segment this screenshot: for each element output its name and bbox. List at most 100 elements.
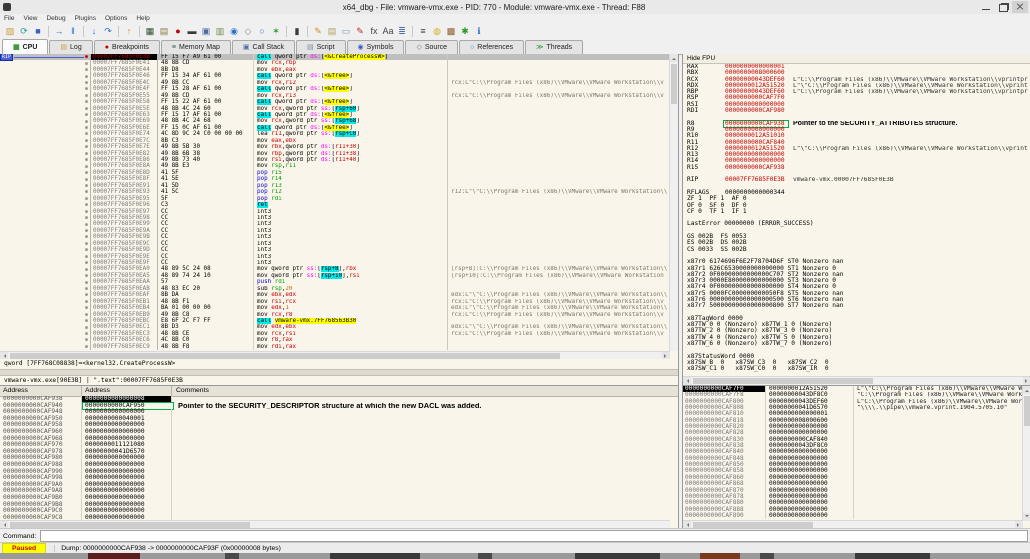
scroll-left-arrow[interactable] (683, 377, 691, 385)
breakpoint-dot[interactable]: ● (85, 254, 88, 260)
breakpoint-dot[interactable]: ● (85, 273, 88, 279)
tab-threads[interactable]: ≫ Threads (525, 40, 584, 54)
eraser-icon[interactable]: ▭ (339, 25, 353, 38)
tab-references[interactable]: ○ References (459, 40, 525, 54)
breakpoint-dot[interactable]: ● (85, 209, 88, 215)
open-file-icon[interactable]: ▨ (3, 25, 17, 38)
breakpoint-dot[interactable]: ● (85, 344, 88, 350)
scroll-thumb[interactable] (671, 64, 677, 104)
scroll-up-arrow[interactable] (670, 54, 678, 62)
breakpoint-dot[interactable]: ● (85, 325, 88, 331)
pencil-icon[interactable]: ✎ (311, 25, 325, 38)
step-into-icon[interactable]: ↓ (87, 25, 101, 38)
font-icon[interactable]: Aa (381, 25, 395, 38)
brush-icon[interactable]: ✎ (353, 25, 367, 38)
notes-icon[interactable]: ▤ (325, 25, 339, 38)
breakpoint-dot[interactable]: ● (85, 67, 88, 73)
pause-icon[interactable]: ‖ (66, 25, 80, 38)
log-window-icon[interactable]: ▤ (157, 25, 171, 38)
breakpoint-dot[interactable]: ● (85, 119, 88, 125)
register-value[interactable]: 00007FF7685F0E3B (725, 177, 787, 184)
menu-help[interactable]: Help (136, 15, 149, 22)
breakpoint-dot[interactable]: ● (85, 222, 88, 228)
database-icon[interactable]: ▮ (290, 25, 304, 38)
breakpoint-dot[interactable]: ● (85, 189, 88, 195)
tab-log[interactable]: ▤ Log (49, 40, 93, 54)
tab-call-stack[interactable]: ▣ Call Stack (231, 40, 295, 54)
globe-icon[interactable]: ◉ (227, 25, 241, 38)
command-input[interactable] (40, 530, 1028, 542)
lightbulb-icon[interactable]: ◍ (430, 25, 444, 38)
close-button[interactable] (1012, 1, 1028, 13)
breakpoint-dot[interactable]: ● (85, 228, 88, 234)
tab-cpu[interactable]: ▦ CPU (2, 39, 49, 54)
register-value[interactable]: 0000000000CAF980 (725, 107, 787, 114)
breakpoint-dot[interactable]: ● (85, 234, 88, 240)
breakpoint-dot[interactable]: ● (85, 299, 88, 305)
breakpoint-dot[interactable]: ● (85, 196, 88, 202)
breakpoint-dot[interactable]: ● (85, 99, 88, 105)
breakpoint-dot[interactable]: ● (85, 318, 88, 324)
minimize-button[interactable] (978, 1, 994, 13)
breakpoint-dot[interactable]: ● (85, 337, 88, 343)
breakpoint-dot[interactable]: ● (85, 331, 88, 337)
list-icon[interactable]: ≡ (416, 25, 430, 38)
breakpoint-dot[interactable]: ● (85, 131, 88, 137)
tab-breakpoints[interactable]: ● Breakpoints (93, 40, 160, 54)
breakpoint-dot[interactable]: ● (85, 215, 88, 221)
breakpoint-dot[interactable]: ● (85, 112, 88, 118)
stack-row[interactable]: 0000000000CAF890 0000000000000000 (683, 512, 1023, 520)
menu-view[interactable]: View (23, 15, 37, 22)
breakpoint-dot[interactable]: ● (85, 61, 88, 67)
memory-map-icon[interactable]: ▬ (185, 25, 199, 38)
breakpoint-dot[interactable]: ● (85, 241, 88, 247)
menu-file[interactable]: File (4, 15, 14, 22)
breakpoint-dot[interactable]: ● (85, 286, 88, 292)
breakpoint-dot[interactable]: ● (85, 138, 88, 144)
menu-options[interactable]: Options (105, 15, 127, 22)
tab-source[interactable]: ◇ Source (405, 40, 459, 54)
breakpoint-dot[interactable]: ● (85, 267, 88, 273)
menu-debug[interactable]: Debug (46, 15, 65, 22)
breakpoint-dot[interactable]: ● (85, 151, 88, 157)
restart-icon[interactable]: ⟳ (17, 25, 31, 38)
scroll-down-arrow[interactable] (1023, 513, 1030, 521)
breakpoint-dot[interactable]: ● (85, 292, 88, 298)
breakpoint-dot[interactable]: ● (85, 86, 88, 92)
tab-script[interactable]: ▤ Script (296, 40, 346, 54)
breakpoint-dot[interactable]: ● (85, 183, 88, 189)
breakpoint-dot[interactable]: ● (85, 74, 88, 80)
breakpoint-dot[interactable]: ● (85, 177, 88, 183)
scroll-thumb[interactable] (693, 378, 873, 384)
leaf-icon[interactable]: ✶ (269, 25, 283, 38)
breakpoint-dot[interactable]: ● (85, 247, 88, 253)
breakpoint-dot[interactable]: ● (85, 305, 88, 311)
fx-icon[interactable]: fx (367, 25, 381, 38)
breakpoint-dot[interactable]: ● (85, 157, 88, 163)
scroll-up-arrow[interactable] (1023, 386, 1030, 394)
breakpoint-dot[interactable]: ● (85, 202, 88, 208)
restore-button[interactable] (995, 1, 1011, 13)
breakpoint-dot[interactable]: ● (85, 260, 88, 266)
plugin-grid-icon[interactable]: ▩ (444, 25, 458, 38)
breakpoint-dot[interactable]: ● (85, 312, 88, 318)
hide-fpu-button[interactable]: Hide FPU (683, 54, 1030, 64)
run-icon[interactable]: → (52, 25, 66, 38)
scroll-right-arrow[interactable] (1023, 377, 1030, 385)
tab-memory-map[interactable]: ≡ Memory Map (160, 40, 231, 54)
instruction-pointer-dot[interactable]: ● (85, 54, 88, 60)
breakpoint-dot[interactable]: ● (85, 164, 88, 170)
breakpoint-dot[interactable]: ● (85, 170, 88, 176)
search-icon[interactable]: ○ (255, 25, 269, 38)
graph-icon[interactable]: ≣ (395, 25, 409, 38)
breakpoint-dot[interactable]: ● (85, 144, 88, 150)
about-icon[interactable]: ℹ (472, 25, 486, 38)
settings-icon[interactable]: ✱ (458, 25, 472, 38)
stop-icon[interactable]: ■ (31, 25, 45, 38)
trace-icon[interactable]: ↑ (122, 25, 136, 38)
windows-icon[interactable]: ▣ (199, 25, 213, 38)
breakpoint-icon[interactable]: ● (171, 25, 185, 38)
grid-icon[interactable]: ▥ (213, 25, 227, 38)
menu-plugins[interactable]: Plugins (75, 15, 96, 22)
disassembly-vertical-scrollbar[interactable] (669, 54, 678, 351)
